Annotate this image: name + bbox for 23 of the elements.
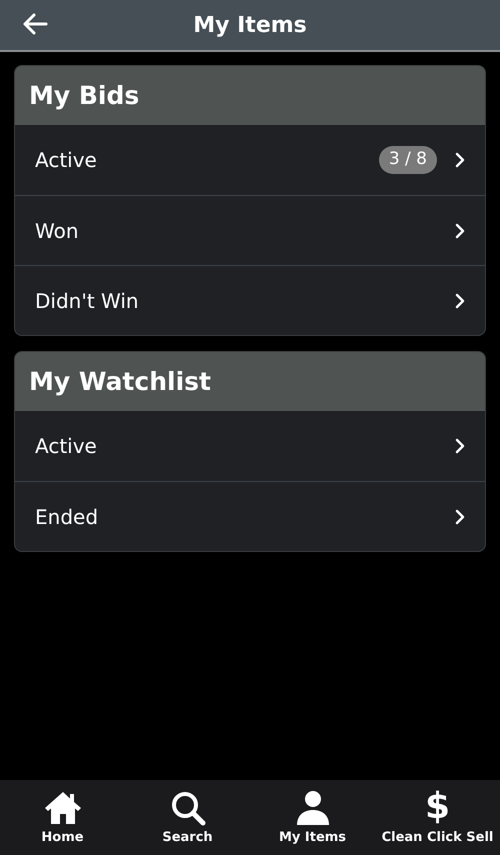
section-title: My Bids (29, 80, 140, 112)
home-icon (42, 790, 82, 826)
person-icon (294, 790, 330, 826)
page-title: My Items (193, 12, 307, 40)
chevron-icon (455, 222, 465, 238)
nav-tab[interactable]: My Items (250, 780, 375, 855)
search-icon (170, 790, 206, 826)
chevron-icon (455, 152, 465, 168)
back-arrow-icon (22, 13, 48, 35)
chevron-icon (455, 438, 465, 454)
section-title: My Watchlist (29, 366, 211, 398)
nav-tab[interactable]: Search (125, 780, 250, 855)
list-item[interactable]: Active 3 / 8 (15, 125, 485, 195)
list-item[interactable]: Active (15, 411, 485, 481)
list-item[interactable]: Ended (15, 481, 485, 551)
nav-tab[interactable]: Home (0, 780, 125, 855)
list-item[interactable]: Won (15, 195, 485, 265)
dollar-icon: $ (424, 788, 450, 826)
count-badge: 3 / 8 (378, 146, 437, 174)
list-item[interactable]: Didn't Win (15, 265, 485, 335)
chevron-icon (455, 508, 465, 524)
chevron-icon (455, 292, 465, 308)
nav-tab[interactable]: $ Clean Click Sell (375, 780, 500, 855)
